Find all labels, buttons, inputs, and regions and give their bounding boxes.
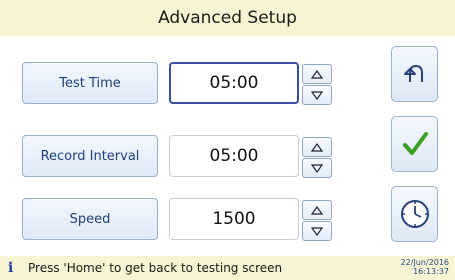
page-title: Advanced Setup	[158, 8, 297, 28]
date-text: 22/Jun/2016	[400, 258, 449, 267]
datetime-display: 22/Jun/2016 16:13:37	[401, 258, 449, 276]
triangle-down-icon	[311, 163, 323, 173]
test-time-increment-button[interactable]	[302, 64, 332, 84]
title-bar: Advanced Setup	[0, 0, 455, 37]
test-time-button[interactable]: Test Time	[22, 62, 158, 104]
time-text: 16:13:37	[413, 267, 449, 276]
triangle-up-icon	[311, 69, 323, 79]
checkmark-icon	[402, 132, 428, 155]
record-interval-decrement-button[interactable]	[302, 158, 332, 178]
speed-button[interactable]: Speed	[22, 198, 158, 240]
record-interval-field[interactable]: 05:00	[169, 135, 299, 177]
confirm-button[interactable]	[391, 116, 438, 172]
record-interval-increment-button[interactable]	[302, 137, 332, 157]
test-time-field[interactable]: 05:00	[169, 62, 299, 104]
clock-button[interactable]	[391, 186, 438, 242]
triangle-up-icon	[311, 142, 323, 152]
record-interval-button[interactable]: Record Interval	[22, 135, 158, 177]
speed-decrement-button[interactable]	[302, 221, 332, 241]
status-message: Press 'Home' to get back to testing scre…	[28, 261, 283, 275]
triangle-down-icon	[311, 226, 323, 236]
speed-increment-button[interactable]	[302, 200, 332, 220]
status-bar: i Press 'Home' to get back to testing sc…	[0, 256, 455, 280]
test-time-decrement-button[interactable]	[302, 85, 332, 105]
speed-field[interactable]: 1500	[169, 198, 299, 240]
triangle-down-icon	[311, 90, 323, 100]
settings-panel: Test Time 05:00 Record Interval 05:00 Sp…	[0, 36, 455, 256]
back-button[interactable]	[391, 46, 438, 102]
clock-icon	[400, 200, 429, 228]
info-icon: i	[8, 260, 14, 276]
triangle-up-icon	[311, 205, 323, 215]
undo-arrow-icon	[403, 64, 423, 82]
